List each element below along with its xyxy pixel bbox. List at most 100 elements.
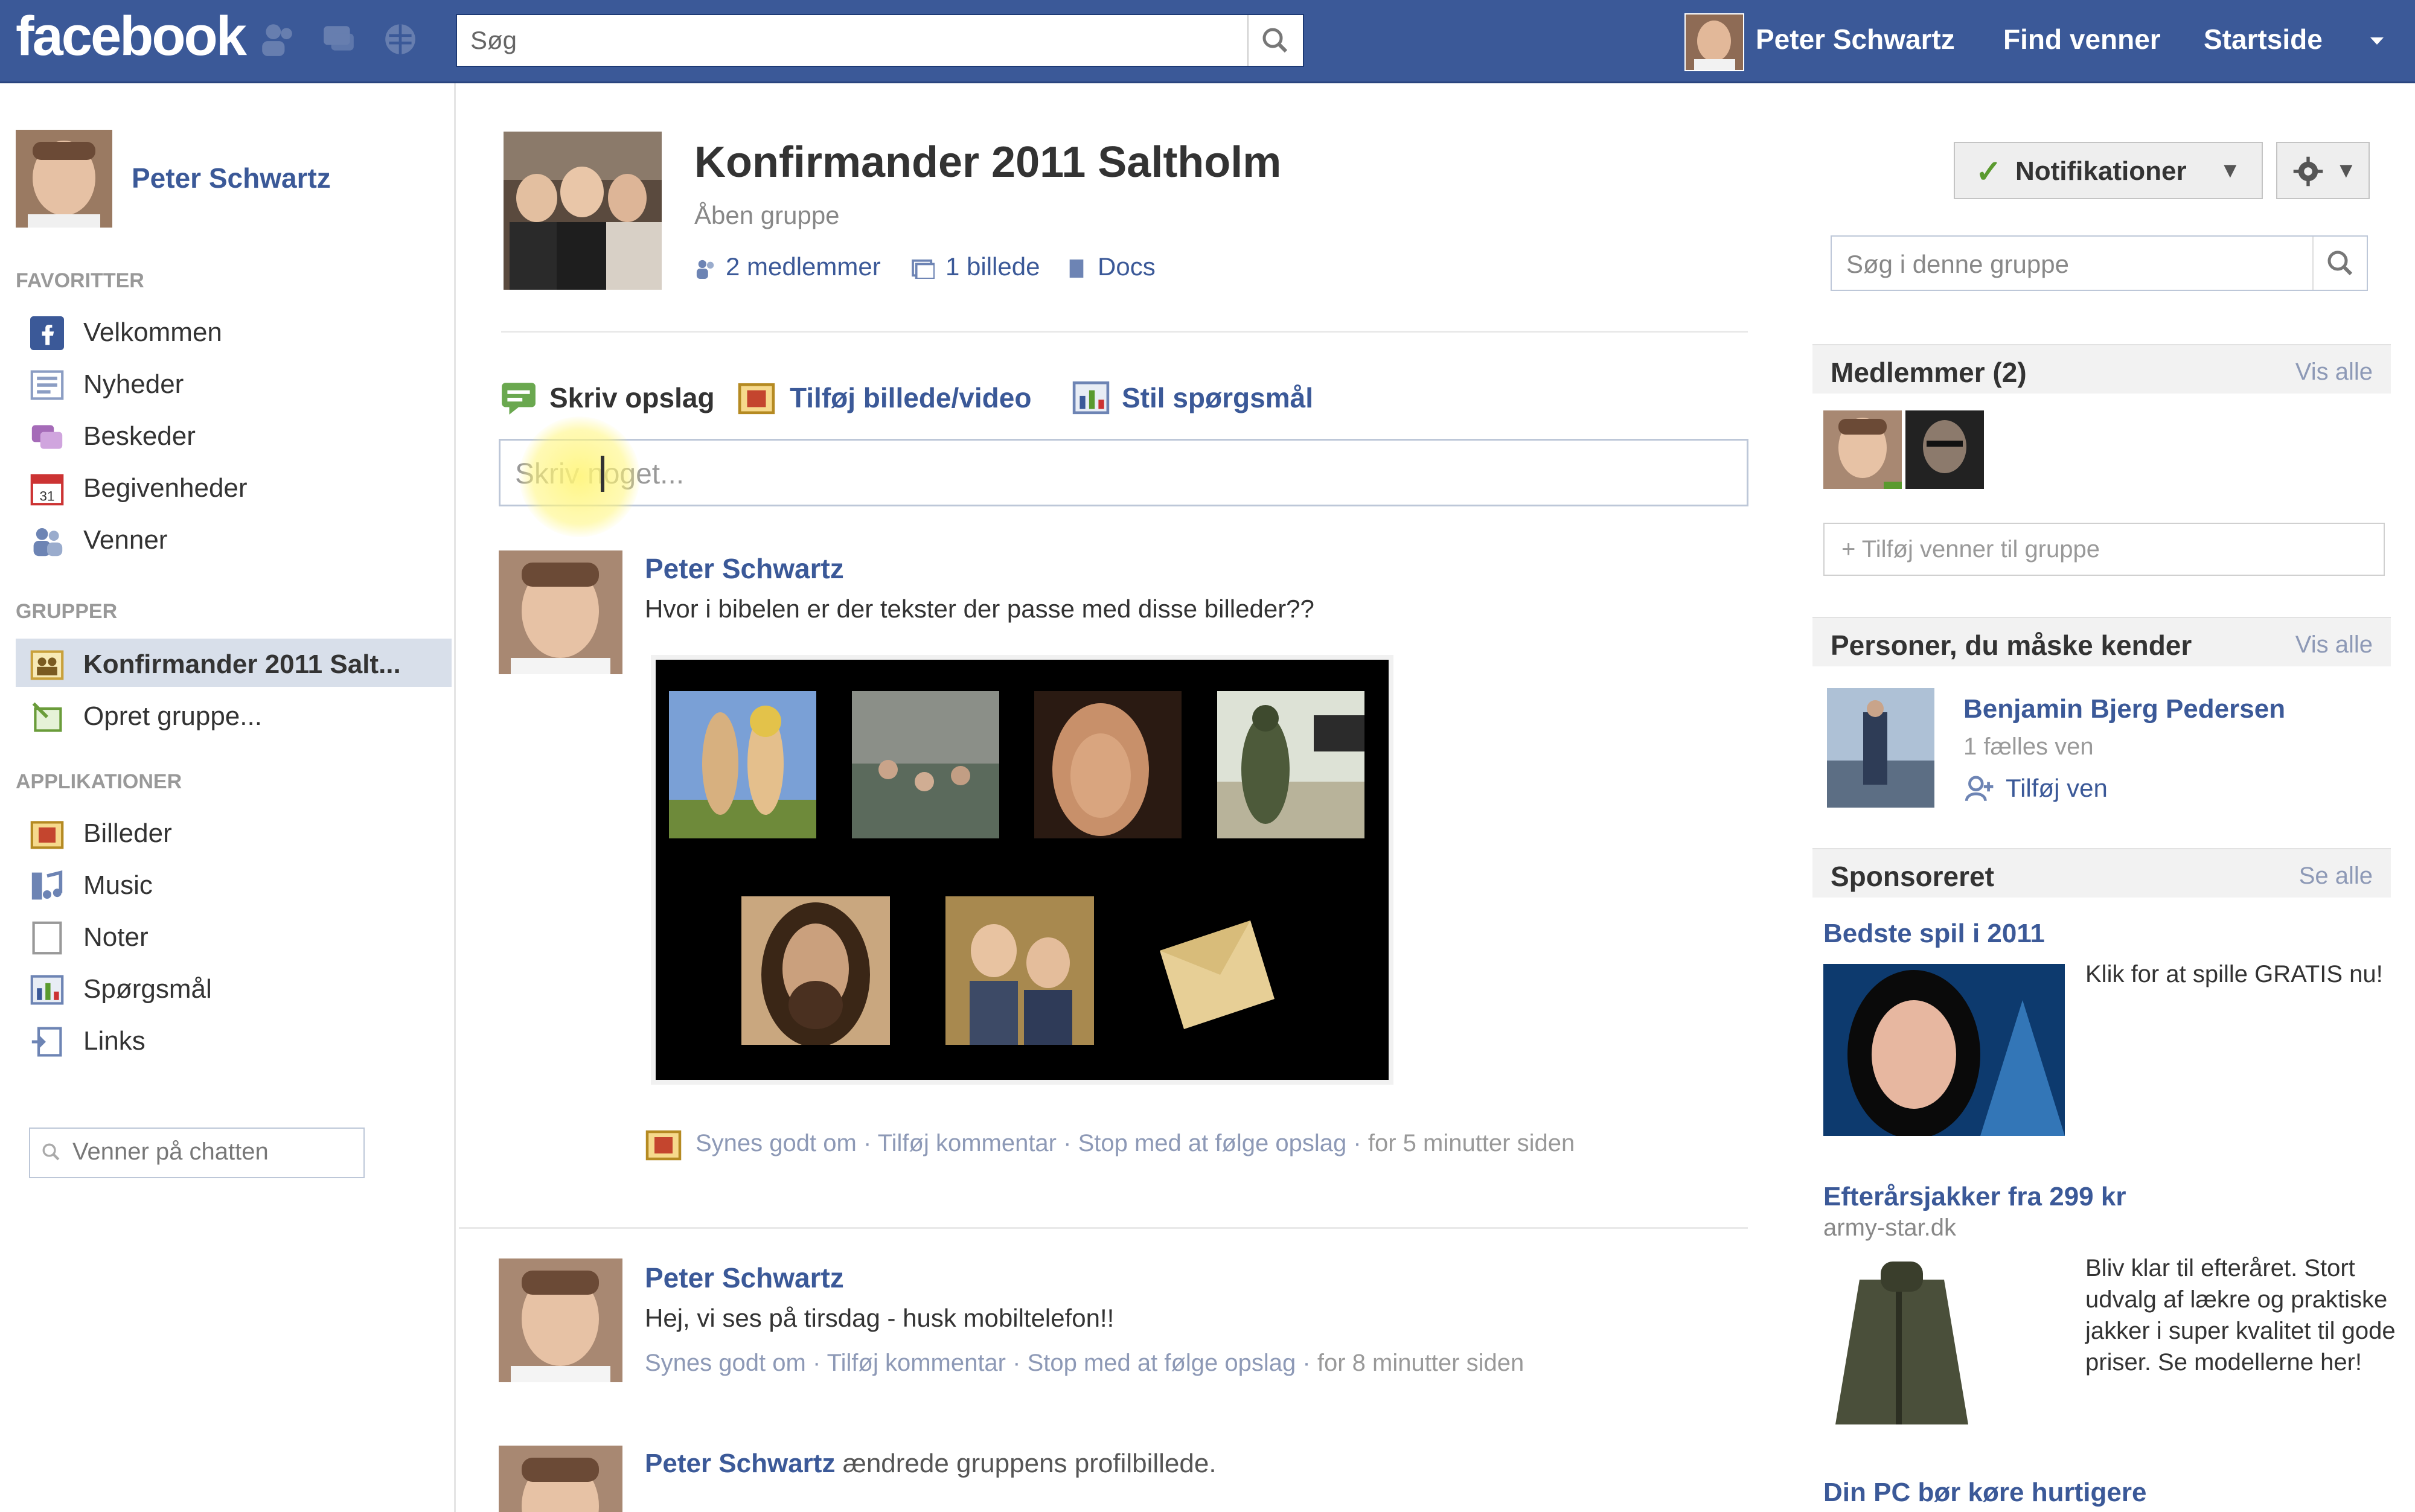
members-link[interactable]: 2 medlemmer — [726, 252, 881, 281]
home-link[interactable]: Startside — [2204, 23, 2323, 56]
separator-dot: · — [1012, 1350, 1028, 1376]
sidebar-item-beskeder[interactable]: Beskeder — [30, 413, 453, 456]
group-search-bar[interactable]: Søg i denne gruppe — [1831, 235, 2368, 291]
chat-search-input[interactable]: Venner på chatten — [29, 1128, 365, 1178]
comment-link[interactable]: Tilføj kommentar — [827, 1350, 1006, 1376]
svg-text:31: 31 — [40, 489, 55, 504]
image-thumb-children — [945, 896, 1094, 1045]
facebook-logo[interactable]: facebook — [16, 5, 247, 68]
ad-body-text[interactable]: Bliv klar til efteråret. Stort udvalg af… — [2085, 1252, 2399, 1378]
group-search-button[interactable] — [2312, 237, 2367, 290]
sponsored-see-all-link[interactable]: Se alle — [2299, 863, 2373, 890]
unfollow-link[interactable]: Stop med at følge opslag — [1028, 1350, 1296, 1376]
group-search-input[interactable]: Søg i denne gruppe — [1846, 250, 2069, 279]
friends-icon — [33, 528, 63, 557]
ad-title-link[interactable]: Din PC bør køre hurtigere — [1823, 1478, 2146, 1508]
image-thumb-soldier — [1217, 691, 1364, 838]
left-column-divider — [454, 83, 456, 1512]
tab-write-post[interactable]: Skriv opslag — [549, 381, 715, 414]
search-bar[interactable]: Søg — [456, 14, 1304, 67]
group-type-label: Åben gruppe — [694, 201, 840, 229]
sidebar-item-label: Konfirmander 2011 Salt... — [83, 649, 401, 679]
post-timestamp[interactable]: for 8 minutter siden — [1317, 1350, 1524, 1376]
sidebar-item-velkommen[interactable]: Velkommen — [30, 309, 453, 352]
separator-dot: · — [812, 1350, 827, 1376]
post-author-avatar[interactable] — [499, 1446, 622, 1512]
comment-link[interactable]: Tilføj kommentar — [878, 1130, 1057, 1156]
pymk-mutual-friends[interactable]: 1 fælles ven — [1963, 733, 2094, 761]
header-divider — [501, 331, 1748, 333]
pymk-avatar[interactable] — [1827, 688, 1934, 808]
music-icon — [31, 870, 63, 900]
photos-icon — [30, 821, 64, 849]
sidebar-item-group-konfirmander[interactable]: Konfirmander 2011 Salt... — [30, 641, 453, 684]
post-author-name[interactable]: Peter Schwartz — [645, 1449, 835, 1478]
tab-add-photo-video[interactable]: Tilføj billede/video — [790, 381, 1031, 414]
sidebar-item-music[interactable]: Music — [30, 862, 453, 905]
like-link[interactable]: Synes godt om — [645, 1350, 806, 1376]
ad-image[interactable] — [1823, 964, 2065, 1136]
sidebar-item-create-group[interactable]: Opret gruppe... — [30, 693, 453, 736]
find-friends-link[interactable]: Find venner — [2003, 23, 2161, 56]
search-button[interactable] — [1247, 15, 1303, 66]
group-settings-button[interactable]: ▼ — [2276, 142, 2370, 199]
chat-placeholder: Venner på chatten — [72, 1138, 269, 1165]
messages-icon[interactable] — [320, 21, 357, 58]
friend-requests-icon[interactable] — [258, 21, 296, 58]
notifications-button[interactable]: ✓ Notifikationer ▼ — [1954, 142, 2263, 199]
ad-image[interactable] — [1823, 1255, 1980, 1437]
sidebar-item-noter[interactable]: Noter — [30, 914, 453, 957]
unfollow-link[interactable]: Stop med at følge opslag — [1078, 1130, 1347, 1156]
post-actions: Synes godt om · Tilføj kommentar · Stop … — [645, 1350, 1524, 1377]
ad-url[interactable]: army-star.dk — [1823, 1214, 1956, 1242]
top-avatar[interactable] — [1684, 13, 1744, 71]
sidebar-item-label: Links — [83, 1026, 146, 1056]
notifications-globe-icon[interactable] — [382, 21, 419, 58]
post-author-name[interactable]: Peter Schwartz — [645, 1262, 844, 1294]
post-timestamp[interactable]: for 5 minutter siden — [1368, 1130, 1575, 1156]
sidebar-item-links[interactable]: Links — [30, 1018, 453, 1061]
post-text: Hvor i bibelen er der tekster der passe … — [645, 595, 1314, 623]
post-divider — [459, 1227, 1748, 1229]
tab-ask-question[interactable]: Stil spørgsmål — [1122, 381, 1313, 414]
sponsored-title: Sponsoreret — [1831, 861, 1994, 892]
sidebar-item-label: Noter — [83, 922, 149, 952]
sidebar-item-label: Beskeder — [83, 421, 196, 451]
top-user-name-link[interactable]: Peter Schwartz — [1756, 23, 1955, 56]
sidebar-item-label: Begivenheder — [83, 473, 248, 503]
search-input[interactable]: Søg — [470, 26, 517, 55]
post-attached-image[interactable] — [651, 655, 1393, 1085]
post-author-avatar[interactable] — [499, 550, 622, 674]
add-friend-label: Tilføj ven — [2006, 774, 2108, 802]
members-see-all-link[interactable]: Vis alle — [2295, 359, 2373, 386]
post-author-avatar[interactable] — [499, 1258, 622, 1382]
ad-body-text[interactable]: Klik for at spille GRATIS nu! — [2085, 959, 2399, 990]
add-friends-to-group-input[interactable]: + Tilføj venner til gruppe — [1823, 523, 2385, 576]
sidebar-item-billeder[interactable]: Billeder — [30, 810, 453, 853]
image-thumb-envelope — [1148, 908, 1281, 1035]
ad-title-link[interactable]: Efterårsjakker fra 299 kr — [1823, 1182, 2126, 1212]
composer-input[interactable]: Skriv noget... — [499, 439, 1748, 506]
group-title: Konfirmander 2011 Saltholm — [694, 138, 1282, 187]
photos-link[interactable]: 1 billede — [945, 252, 1040, 281]
pymk-name-link[interactable]: Benjamin Bjerg Pedersen — [1963, 694, 2285, 724]
links-icon — [31, 1027, 62, 1057]
sidebar-avatar[interactable] — [16, 130, 112, 228]
docs-link[interactable]: Docs — [1098, 252, 1156, 281]
group-profile-photo[interactable] — [504, 132, 662, 290]
post-author-name[interactable]: Peter Schwartz — [645, 552, 844, 585]
sidebar-item-venner[interactable]: Venner — [30, 517, 453, 560]
member-avatar[interactable] — [1905, 410, 1984, 489]
search-icon — [42, 1143, 60, 1161]
member-avatar[interactable] — [1823, 410, 1902, 489]
image-thumb-jesus — [741, 896, 890, 1045]
sidebar-item-begivenheder[interactable]: 31 Begivenheder — [30, 465, 453, 508]
sidebar-user-name[interactable]: Peter Schwartz — [132, 162, 331, 194]
pymk-see-all-link[interactable]: Vis alle — [2295, 631, 2373, 659]
account-menu-chevron-down-icon[interactable] — [2368, 35, 2386, 47]
ad-title-link[interactable]: Bedste spil i 2011 — [1823, 919, 2045, 949]
like-link[interactable]: Synes godt om — [696, 1130, 857, 1156]
sidebar-item-spoergsmaal[interactable]: Spørgsmål — [30, 966, 453, 1009]
sidebar-item-nyheder[interactable]: Nyheder — [30, 361, 453, 404]
group-icon — [30, 650, 64, 680]
